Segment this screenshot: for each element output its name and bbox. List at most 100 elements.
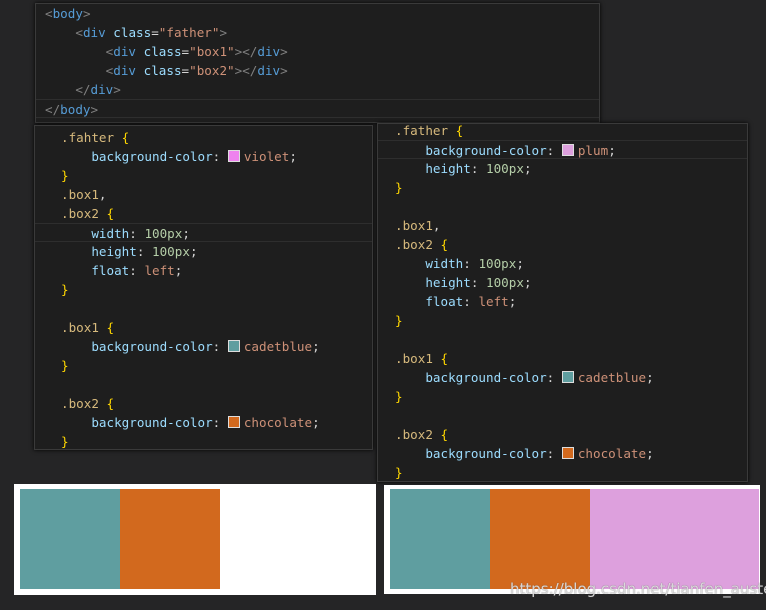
code-token: :	[546, 446, 562, 461]
code-line: background-color: cadetblue;	[35, 337, 372, 356]
code-token: ;	[182, 226, 190, 241]
code-token: ></	[234, 44, 258, 59]
code-token: class	[143, 63, 182, 78]
code-token: ;	[174, 263, 183, 278]
code-line: }	[35, 356, 372, 375]
code-line: <body>	[36, 4, 599, 23]
code-token: div	[90, 82, 114, 97]
code-token: }	[61, 282, 69, 297]
code-token: ;	[189, 244, 198, 259]
code-token: :	[463, 294, 479, 309]
code-token: left	[478, 294, 509, 309]
code-line: height: 100px;	[35, 242, 372, 261]
code-token: ;	[516, 256, 524, 271]
code-token: :	[212, 415, 228, 430]
code-line: background-color: chocolate;	[35, 413, 372, 432]
code-token: :	[470, 275, 487, 290]
code-token: 100px	[486, 275, 524, 290]
code-token: >	[280, 63, 288, 78]
code-token: div	[113, 63, 144, 78]
code-token: .box1	[61, 187, 99, 202]
code-line: .box1 {	[35, 318, 372, 337]
code-line: .box2 {	[378, 235, 747, 254]
code-token: ;	[312, 415, 320, 430]
code-token: :	[212, 339, 228, 354]
code-line: }	[378, 387, 747, 406]
code-token: 100px	[478, 256, 517, 271]
code-token: background-color	[91, 339, 213, 354]
code-token: background-color	[425, 370, 547, 385]
code-line: height: 100px;	[378, 273, 747, 292]
code-token: ;	[508, 294, 517, 309]
color-swatch-icon	[561, 144, 574, 156]
code-token: :	[470, 161, 487, 176]
code-token: .box2	[61, 396, 107, 411]
color-swatch-icon	[561, 371, 574, 383]
code-token: =	[181, 44, 190, 59]
code-token: 100px	[144, 226, 183, 241]
code-token: ;	[646, 446, 654, 461]
code-token: div	[82, 25, 114, 40]
code-token: float	[91, 263, 130, 278]
code-token: div	[257, 44, 281, 59]
code-token: body	[52, 6, 83, 21]
code-token: :	[129, 226, 145, 241]
code-token: violet	[243, 149, 290, 164]
code-token: </	[75, 82, 91, 97]
code-token: background-color	[425, 143, 547, 158]
box2-chocolate	[120, 489, 220, 589]
code-line: .box1,	[378, 216, 747, 235]
code-line: .father {	[378, 124, 747, 140]
code-token: .box2	[395, 427, 441, 442]
code-token: :	[546, 143, 562, 158]
color-swatch-icon	[227, 150, 240, 162]
code-token: float	[425, 294, 464, 309]
code-token: :	[212, 149, 228, 164]
code-line: .box1,	[35, 185, 372, 204]
box1-cadetblue	[390, 489, 490, 589]
code-line: }	[35, 280, 372, 299]
code-token: left	[144, 263, 175, 278]
code-line: }	[378, 311, 747, 330]
code-token: background-color	[91, 415, 213, 430]
code-token: >	[113, 82, 121, 97]
code-token: >	[82, 6, 91, 21]
watermark: https://blog.csdn.net/tianfen_auster	[510, 580, 766, 598]
code-line: }	[378, 178, 747, 197]
code-token: {	[440, 427, 449, 442]
code-token: >	[280, 44, 288, 59]
color-swatch-icon	[561, 447, 574, 459]
code-token: }	[61, 358, 69, 373]
code-token: ;	[312, 339, 320, 354]
code-line: </body>	[36, 99, 599, 118]
color-swatch-icon	[227, 340, 240, 352]
html-code-panel: <body> <div class="father"> <div class="…	[35, 3, 600, 123]
code-token: ></	[234, 63, 258, 78]
css-code-panel-left: .fahter { background-color: violet;} .box…	[34, 125, 373, 450]
code-token: {	[121, 130, 130, 145]
code-line: <div class="box1"></div>	[36, 42, 599, 61]
box1-cadetblue	[20, 489, 120, 589]
code-token: :	[546, 370, 562, 385]
code-token: plum	[577, 143, 609, 158]
code-token: .box1	[395, 218, 433, 233]
code-token: width	[425, 256, 464, 271]
code-token: }	[395, 180, 403, 195]
code-token: .box1	[61, 320, 107, 335]
code-line: .box1 {	[378, 349, 747, 368]
css-code-panel-right: .father { background-color: plum; height…	[377, 123, 748, 482]
code-token: .fahter	[61, 130, 122, 145]
code-token: <	[45, 6, 53, 21]
code-token: .box2	[395, 237, 441, 252]
result-preview-left	[14, 484, 376, 595]
